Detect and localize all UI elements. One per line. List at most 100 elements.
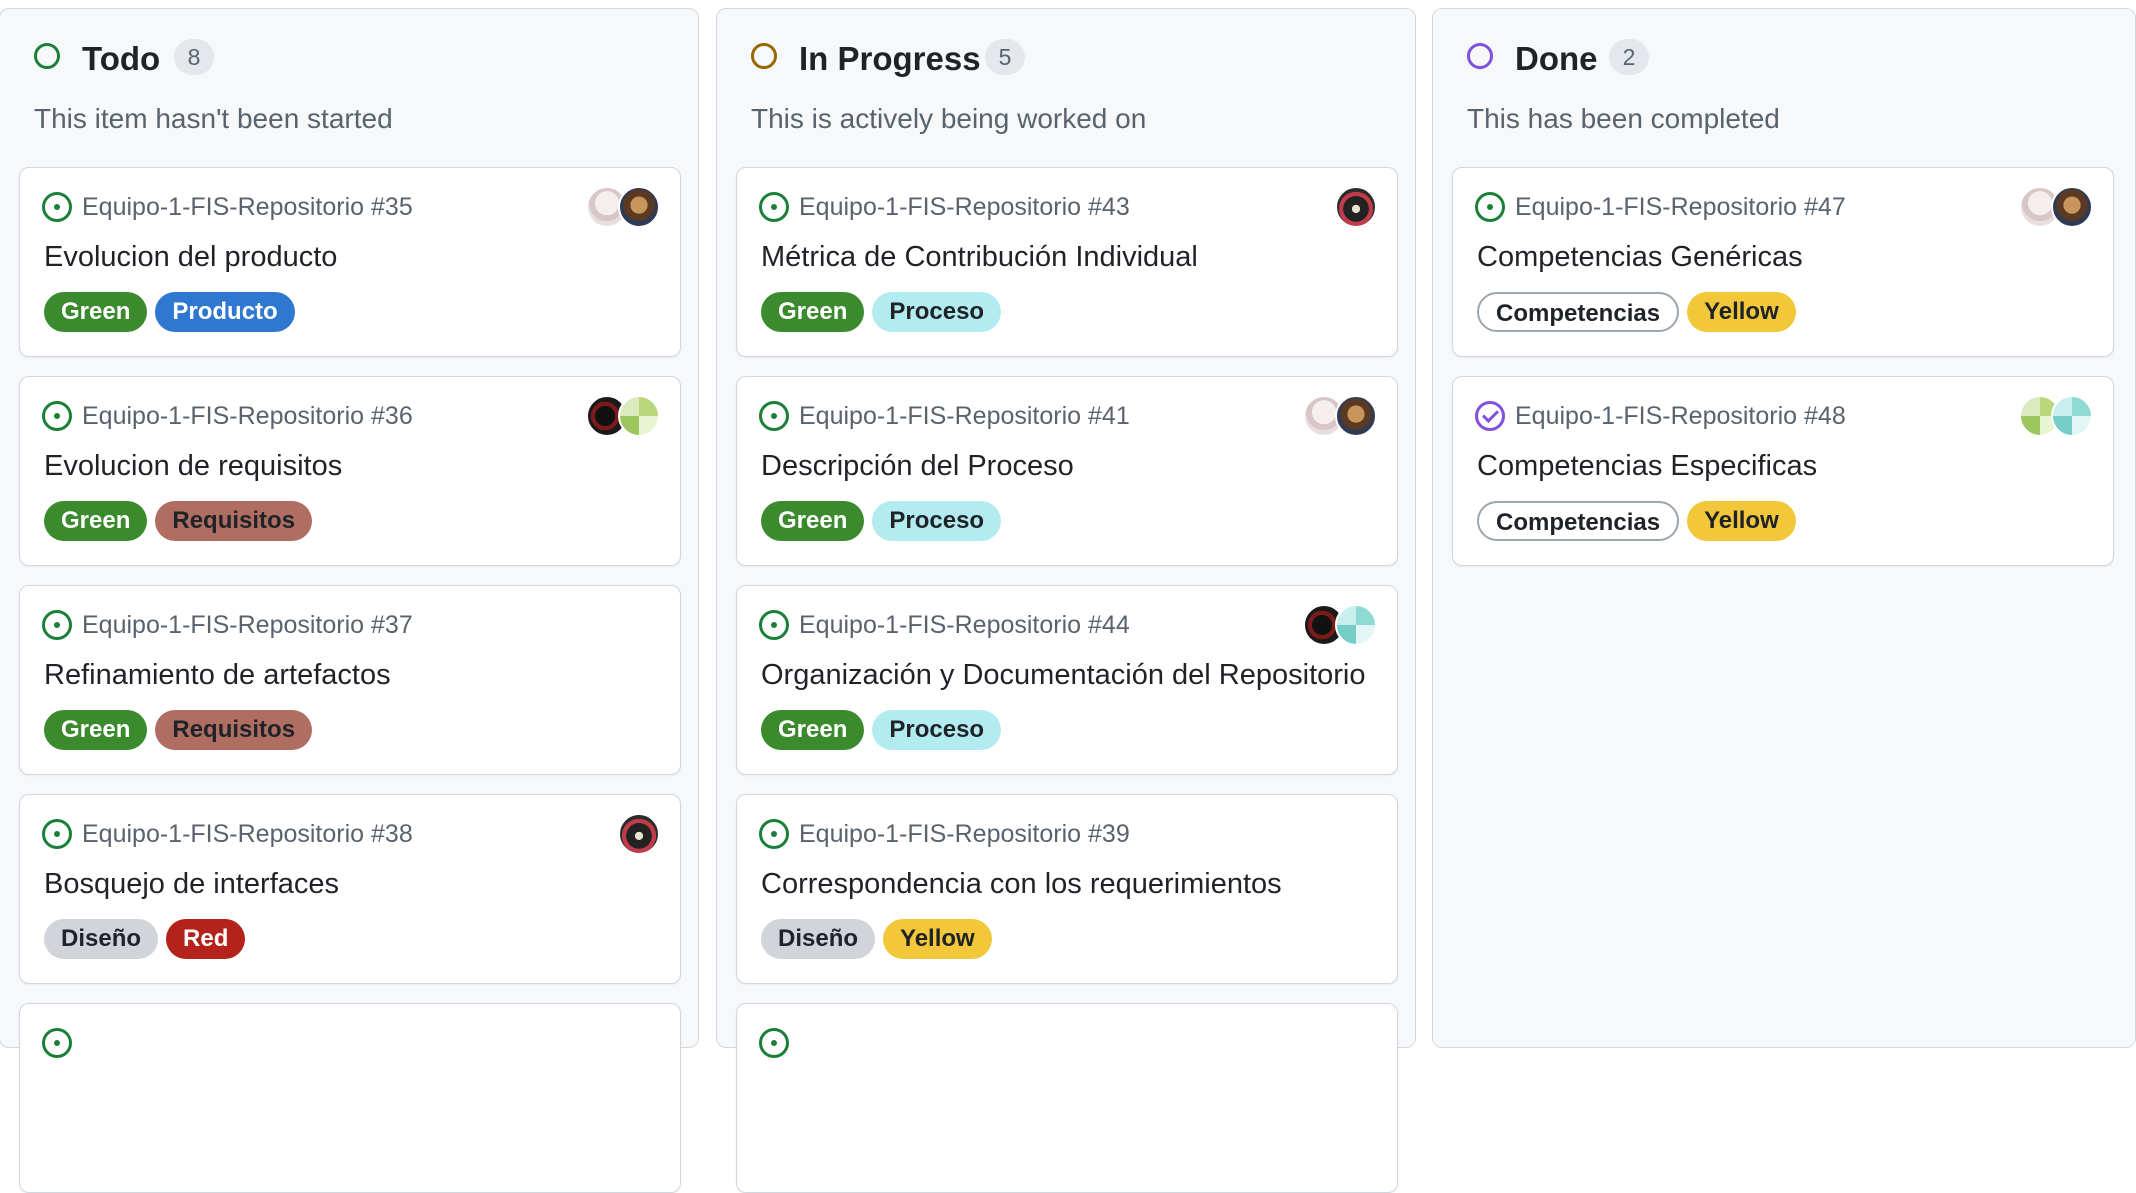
label-badge[interactable]: Red [166,919,246,959]
label-badge[interactable]: Requisitos [155,501,313,541]
label-badge[interactable]: Diseño [761,919,876,959]
project-board: Todo 8 This item hasn't been started Equ… [0,0,2136,1193]
issue-card[interactable]: Equipo-1-FIS-Repositorio #38 Bosquejo de … [19,794,681,984]
label-badge[interactable]: Green [761,501,865,541]
issue-reference[interactable]: Equipo-1-FIS-Repositorio #41 [799,399,1130,433]
issue-open-icon [42,192,72,222]
avatar[interactable] [618,395,660,437]
label-badge[interactable]: Green [44,292,148,332]
column-count: 5 [985,39,1025,75]
label-badge[interactable]: Diseño [44,919,159,959]
label-badge[interactable]: Proceso [872,292,1002,332]
avatar[interactable] [1335,186,1377,228]
avatar[interactable] [2051,186,2093,228]
column-header: In Progress 5 This is actively being wor… [717,9,1415,159]
column-description: This item hasn't been started [34,103,393,134]
issue-title[interactable]: Organización y Documentación del Reposit… [761,656,1365,694]
issue-reference[interactable]: Equipo-1-FIS-Repositorio #38 [82,817,413,851]
issue-open-icon [42,819,72,849]
issue-reference[interactable]: Equipo-1-FIS-Repositorio #35 [82,190,413,224]
issue-title[interactable]: Competencias Genéricas [1477,238,1803,276]
issue-reference[interactable]: Equipo-1-FIS-Repositorio #48 [1515,399,1846,433]
issue-title[interactable]: Bosquejo de interfaces [44,865,339,903]
label-list: Diseño Red [44,919,253,959]
label-list: Green Proceso [761,710,1009,750]
issue-reference[interactable]: Equipo-1-FIS-Repositorio #37 [82,608,413,642]
issue-title[interactable]: Evolucion de requisitos [44,447,342,485]
label-badge[interactable]: Green [761,292,865,332]
label-badge[interactable]: Green [44,710,148,750]
issue-title[interactable]: Correspondencia con los requerimientos [761,865,1282,903]
avatar[interactable] [1335,604,1377,646]
column-in-progress: In Progress 5 This is actively being wor… [716,8,1416,1193]
issue-reference[interactable]: Equipo-1-FIS-Repositorio #39 [799,817,1130,851]
label-badge[interactable]: Green [44,501,148,541]
assignee-avatars[interactable] [580,186,660,230]
column-description: This is actively being worked on [751,103,1147,134]
label-badge[interactable]: Proceso [872,501,1002,541]
issue-card[interactable]: Equipo-1-FIS-Repositorio #47 Competencias… [1452,167,2114,357]
issue-title[interactable]: Descripción del Proceso [761,447,1074,485]
issue-open-icon [759,192,789,222]
avatar[interactable] [618,186,660,228]
issue-card[interactable]: Equipo-1-FIS-Repositorio #41 Descripción … [736,376,1398,566]
label-list: Green Requisitos [44,501,320,541]
avatar[interactable] [1335,395,1377,437]
issue-title[interactable]: Métrica de Contribución Individual [761,238,1198,276]
issue-reference[interactable]: Equipo-1-FIS-Repositorio #43 [799,190,1130,224]
assignee-avatars[interactable] [1297,186,1377,230]
issue-open-icon [42,401,72,431]
issue-open-icon [1475,192,1505,222]
issue-card[interactable]: Equipo-1-FIS-Repositorio #43 Métrica de C… [736,167,1398,357]
label-badge[interactable]: Yellow [1687,292,1796,332]
label-list: Green Requisitos [44,710,320,750]
issue-card[interactable]: Equipo-1-FIS-Repositorio #36 Evolucion de… [19,376,681,566]
assignee-avatars[interactable] [1297,395,1377,439]
label-list: Green Proceso [761,292,1009,332]
status-circle-icon [34,43,60,69]
issue-title[interactable]: Competencias Especificas [1477,447,1817,485]
assignee-avatars[interactable] [1297,604,1377,648]
label-badge[interactable]: Requisitos [155,710,313,750]
issue-reference[interactable]: Equipo-1-FIS-Repositorio #36 [82,399,413,433]
assignee-avatars[interactable] [2013,395,2093,439]
label-list: Competencias Yellow [1477,292,1804,332]
issue-card[interactable]: Equipo-1-FIS-Repositorio #35 Evolucion de… [19,167,681,357]
issue-reference[interactable]: Equipo-1-FIS-Repositorio #47 [1515,190,1846,224]
issue-card[interactable]: Equipo-1-FIS-Repositorio #44 Organización… [736,585,1398,775]
avatar[interactable] [2051,395,2093,437]
column-todo: Todo 8 This item hasn't been started Equ… [0,8,699,1193]
label-badge[interactable]: Proceso [872,710,1002,750]
assignee-avatars[interactable] [580,813,660,857]
label-list: Diseño Yellow [761,919,1000,959]
issue-title[interactable]: Evolucion del producto [44,238,337,276]
column-title: Todo [82,40,161,77]
label-badge[interactable]: Green [761,710,865,750]
status-circle-icon [1467,43,1493,69]
column-description: This has been completed [1467,103,1780,134]
issue-open-icon [42,1028,72,1058]
issue-card[interactable] [736,1003,1398,1193]
label-badge[interactable]: Yellow [883,919,992,959]
label-badge[interactable]: Competencias [1477,292,1680,332]
issue-card[interactable] [19,1003,681,1193]
issue-open-icon [759,1028,789,1058]
assignee-avatars[interactable] [2013,186,2093,230]
assignee-avatars[interactable] [580,395,660,439]
label-badge[interactable]: Yellow [1687,501,1796,541]
status-circle-icon [751,43,777,69]
issue-closed-icon [1475,401,1505,431]
issue-card[interactable]: Equipo-1-FIS-Repositorio #39 Corresponden… [736,794,1398,984]
label-badge[interactable]: Competencias [1477,501,1680,541]
label-badge[interactable]: Producto [155,292,295,332]
issue-card[interactable]: Equipo-1-FIS-Repositorio #48 Competencias… [1452,376,2114,566]
label-list: Green Proceso [761,501,1009,541]
label-list: Green Producto [44,292,303,332]
avatar[interactable] [618,813,660,855]
issue-card[interactable]: Equipo-1-FIS-Repositorio #37 Refinamiento… [19,585,681,775]
column-count: 2 [1609,39,1649,75]
issue-title[interactable]: Refinamiento de artefactos [44,656,391,694]
column-title: Done [1515,40,1598,77]
issue-reference[interactable]: Equipo-1-FIS-Repositorio #44 [799,608,1130,642]
column-header: Todo 8 This item hasn't been started [0,9,698,159]
